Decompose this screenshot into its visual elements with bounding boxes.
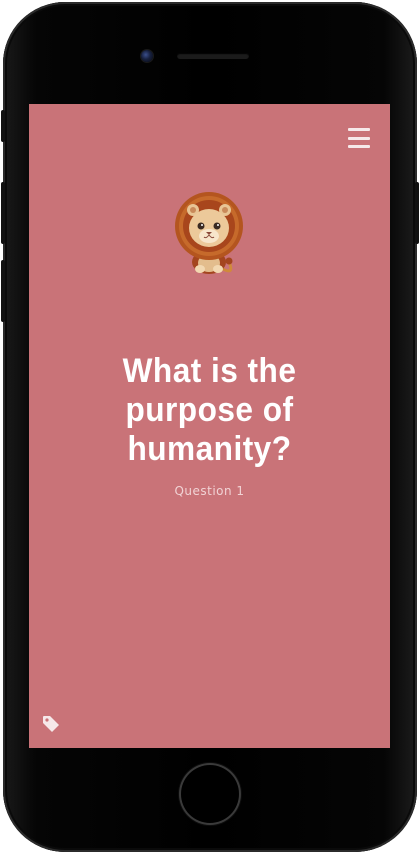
menu-line bbox=[348, 145, 370, 148]
question-number-label: Question 1 bbox=[174, 484, 245, 498]
earpiece-speaker bbox=[177, 53, 249, 59]
hamburger-menu-icon[interactable] bbox=[348, 128, 370, 148]
power-button[interactable] bbox=[415, 182, 419, 244]
lion-emoji-icon bbox=[175, 192, 243, 274]
home-button[interactable] bbox=[181, 765, 239, 823]
menu-line bbox=[348, 136, 370, 140]
volume-up-button[interactable] bbox=[1, 182, 5, 244]
mute-switch[interactable] bbox=[1, 110, 5, 142]
app-screen: What is the purpose of humanity? Questio… bbox=[29, 104, 390, 748]
front-camera bbox=[141, 50, 153, 62]
question-text: What is the purpose of humanity? bbox=[122, 352, 297, 468]
volume-down-button[interactable] bbox=[1, 260, 5, 322]
tag-icon[interactable] bbox=[41, 714, 61, 734]
menu-line bbox=[348, 128, 370, 131]
